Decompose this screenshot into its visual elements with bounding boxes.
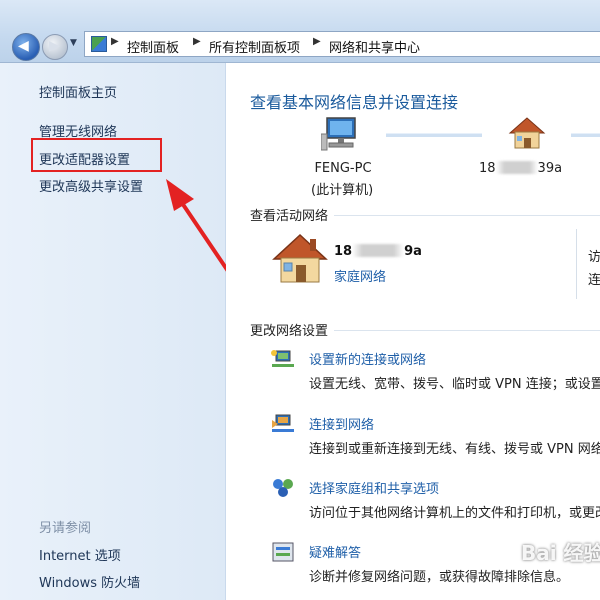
task-homegroup-desc: 访问位于其他网络计算机上的文件和打印机，或更改 — [309, 506, 600, 521]
active-network-heading: 查看活动网络 — [250, 209, 329, 224]
connection-line — [571, 133, 600, 137]
address-bar[interactable]: ▶ 控制面板 ▶ 所有控制面板项 ▶ 网络和共享中心 — [84, 31, 600, 57]
house-icon[interactable] — [508, 116, 546, 150]
task-connect-network-link[interactable]: 连接到网络 — [309, 414, 374, 433]
computer-sub-label: (此计算机) — [311, 183, 374, 198]
breadcrumb-all-items[interactable]: 所有控制面板项 — [209, 37, 300, 56]
access-type-label: 访 — [588, 250, 600, 265]
divider — [576, 229, 577, 299]
task-homegroup-link[interactable]: 选择家庭组和共享选项 — [309, 478, 439, 497]
back-arrow-icon: ◀ — [18, 38, 29, 54]
new-connection-icon — [271, 350, 294, 367]
forward-arrow-icon: ▶ — [49, 38, 60, 54]
breadcrumb-control-panel[interactable]: 控制面板 — [127, 37, 179, 56]
chevron-right-icon[interactable]: ▶ — [313, 36, 321, 47]
active-network-name: 18 9a — [334, 244, 422, 259]
task-setup-connection-link[interactable]: 设置新的连接或网络 — [309, 349, 426, 368]
sidebar-item-internet-options[interactable]: Internet 选项 — [39, 545, 121, 564]
connections-label: 连 — [588, 273, 600, 288]
house-icon — [272, 233, 328, 283]
sidebar-item-advanced-sharing[interactable]: 更改高级共享设置 — [39, 176, 143, 195]
sidebar-item-windows-firewall[interactable]: Windows 防火墙 — [39, 572, 140, 591]
see-also-heading: 另请参阅 — [39, 521, 92, 536]
chevron-right-icon[interactable]: ▶ — [111, 36, 119, 47]
task-connect-network-desc: 连接到或重新连接到无线、有线、拨号或 VPN 网络连 — [309, 442, 600, 457]
task-troubleshoot-link[interactable]: 疑难解答 — [309, 542, 361, 561]
divider — [334, 215, 600, 216]
highlight-box — [31, 138, 162, 172]
troubleshoot-icon — [272, 542, 294, 562]
address-toolbar: ◀ ▶ ▼ ▶ 控制面板 ▶ 所有控制面板项 ▶ 网络和共享中心 — [0, 0, 600, 63]
change-settings-heading: 更改网络设置 — [250, 324, 329, 339]
page-title: 查看基本网络信息并设置连接 — [250, 93, 459, 112]
connection-line — [386, 133, 482, 137]
task-setup-connection-desc: 设置无线、宽带、拨号、临时或 VPN 连接；或设置 — [309, 377, 600, 392]
chevron-right-icon[interactable]: ▶ — [193, 36, 201, 47]
control-panel-icon — [91, 36, 107, 52]
back-button[interactable]: ◀ — [12, 33, 40, 61]
watermark-logo: Bai 经验 — [521, 541, 600, 565]
homegroup-icon — [273, 479, 293, 497]
history-dropdown-icon[interactable]: ▼ — [70, 38, 77, 48]
breadcrumb-network-center[interactable]: 网络和共享中心 — [329, 37, 420, 56]
forward-button[interactable]: ▶ — [42, 34, 68, 60]
main-content: 查看基本网络信息并设置连接 FENG-PC (此计算机) 18 39a 查看活动网… — [226, 63, 600, 600]
divider — [334, 330, 600, 331]
computer-icon[interactable] — [321, 116, 361, 154]
task-troubleshoot-desc: 诊断并修复网络问题，或获得故障排除信息。 — [309, 570, 570, 585]
connect-to-network-icon — [272, 414, 294, 432]
computer-name: FENG-PC — [314, 161, 372, 176]
network-type-link[interactable]: 家庭网络 — [334, 266, 386, 285]
network-name-top: 18 39a — [479, 161, 563, 176]
sidebar-home-link[interactable]: 控制面板主页 — [39, 82, 117, 101]
